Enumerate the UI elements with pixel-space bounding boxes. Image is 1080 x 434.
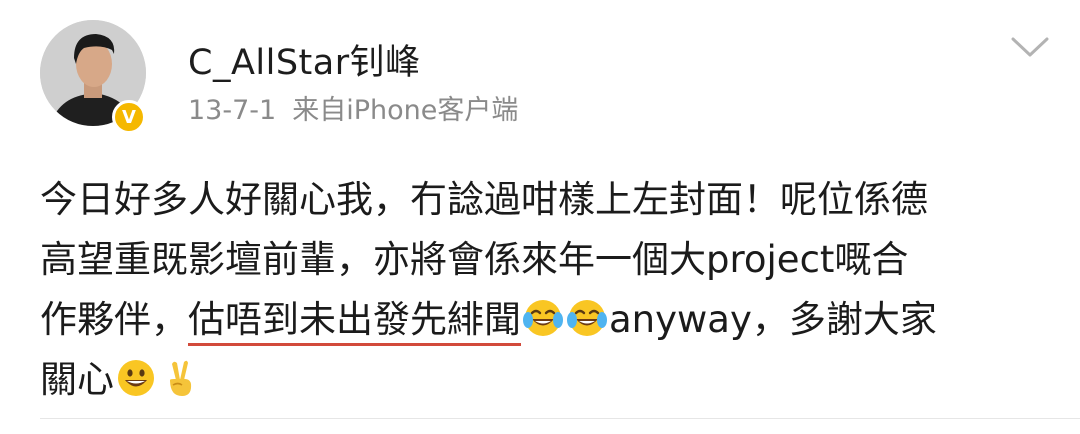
username[interactable]: C_AllStar钊峰	[188, 34, 421, 85]
post-source[interactable]: 来自iPhone客户端	[292, 95, 518, 126]
content-text: 作夥伴，	[40, 298, 188, 341]
weibo-post: V C_AllStar钊峰 13-7-1 来自iPhone客户端 今日好多人好關心…	[0, 0, 1080, 434]
divider	[40, 418, 1080, 419]
verified-badge-icon: V	[112, 100, 146, 134]
post-meta: 13-7-1 来自iPhone客户端	[188, 88, 518, 127]
content-text: 關心	[40, 358, 114, 401]
content-line: 關心	[40, 350, 1050, 410]
content-line: 作夥伴，估唔到未出發先緋聞 anyway，多謝大家	[40, 290, 1050, 350]
victory-hand-emoji	[170, 360, 192, 396]
content-line: 高望重既影壇前輩，亦將會係來年一個大project嘅合	[40, 238, 909, 281]
underlined-text: 估唔到未出發先緋聞	[188, 298, 521, 346]
content-line: 今日好多人好關心我，冇諗過咁樣上左封面！呢位係德	[40, 178, 928, 221]
post-content: 今日好多人好關心我，冇諗過咁樣上左封面！呢位係德 高望重既影壇前輩，亦將會係來年…	[40, 170, 1050, 410]
tears-of-joy-emoji	[523, 299, 563, 336]
content-text: anyway，多謝大家	[609, 298, 937, 341]
grinning-emoji	[118, 359, 154, 396]
tears-of-joy-emoji	[567, 299, 607, 336]
chevron-down-icon[interactable]	[1010, 34, 1050, 60]
post-date: 13-7-1	[188, 95, 277, 126]
